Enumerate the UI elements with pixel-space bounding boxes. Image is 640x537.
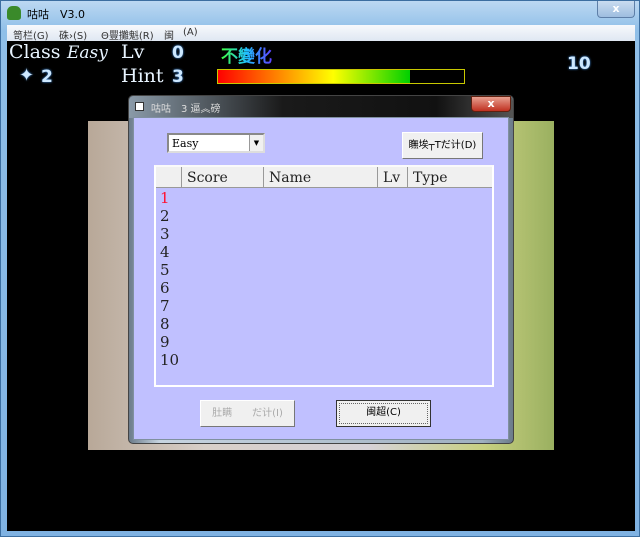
col-rank xyxy=(156,167,182,188)
col-score: Score xyxy=(182,167,264,188)
table-row: 10 xyxy=(160,351,180,369)
top-action-button[interactable]: 瞴埃┬Tだ计(D) xyxy=(402,132,483,159)
clear-scores-button[interactable]: 肚瞒 だ计(I) xyxy=(200,400,295,427)
table-row: 6 xyxy=(160,279,170,297)
status-text: 不變化 xyxy=(221,42,272,67)
difficulty-select[interactable]: Easy ▼ xyxy=(167,133,265,153)
table-row: 7 xyxy=(160,297,170,315)
menu-settings[interactable]: 硃›(S) xyxy=(59,27,87,42)
table-row: 2 xyxy=(160,207,170,225)
right-number: 10 xyxy=(567,54,591,74)
table-row: 5 xyxy=(160,261,170,279)
difficulty-value: Easy xyxy=(172,137,199,150)
col-lv: Lv xyxy=(378,167,408,188)
energy-bar-fill xyxy=(218,70,410,83)
score-table: Score Name Lv Type 1 2 3 4 5 6 7 8 9 10 xyxy=(154,165,494,387)
hint-label: Hint xyxy=(121,65,164,87)
menu-game[interactable]: 笥栏(G) xyxy=(13,27,49,42)
lives-value: 2 xyxy=(41,67,53,87)
col-type: Type xyxy=(413,170,448,186)
menu-records[interactable]: Θ豐攤魁(R) xyxy=(101,27,154,42)
title-bar: 咕咕 V3.0 x xyxy=(1,1,640,25)
sparkle-icon: ✦ xyxy=(19,65,35,86)
table-row: 4 xyxy=(160,243,170,261)
dialog-close-button[interactable]: x xyxy=(471,96,511,112)
class-label: Class xyxy=(9,41,61,63)
table-row: 8 xyxy=(160,315,170,333)
window-title: 咕咕 V3.0 xyxy=(27,8,86,21)
close-button[interactable]: x xyxy=(597,1,635,18)
records-dialog: 咕咕 3 逼︽磅 x Easy ▼ 瞴埃┬Tだ计(D) Score Name Lv… xyxy=(128,95,514,444)
table-row: 1 xyxy=(160,189,170,207)
dialog-client: Easy ▼ 瞴埃┬Tだ计(D) Score Name Lv Type 1 2 3… xyxy=(133,117,509,440)
app-icon xyxy=(7,6,21,20)
chevron-down-icon[interactable]: ▼ xyxy=(249,135,263,151)
col-name: Name xyxy=(264,167,378,188)
energy-bar xyxy=(217,69,465,84)
close-dialog-button[interactable]: 闽超(C) xyxy=(336,400,431,427)
menu-bar: 笥栏(G) 硃›(S) Θ豐攤魁(R) 闽 (A) xyxy=(7,25,635,42)
dialog-icon xyxy=(135,102,144,111)
menu-about-key[interactable]: (A) xyxy=(183,27,198,38)
lv-value: 0 xyxy=(172,43,184,63)
hint-value: 3 xyxy=(172,67,184,87)
app-window: 咕咕 V3.0 x 笥栏(G) 硃›(S) Θ豐攤魁(R) 闽 (A) Clas… xyxy=(0,0,640,537)
table-row: 3 xyxy=(160,225,170,243)
dialog-title-bar: 咕咕 3 逼︽磅 x xyxy=(129,96,513,118)
lv-label: Lv xyxy=(121,41,145,63)
dialog-title: 咕咕 3 逼︽磅 xyxy=(151,104,221,115)
menu-about[interactable]: 闽 xyxy=(164,27,174,42)
table-header: Score Name Lv Type xyxy=(156,167,492,188)
class-value: Easy xyxy=(67,43,108,63)
table-row: 9 xyxy=(160,333,170,351)
rank-list: 1 2 3 4 5 6 7 8 9 10 xyxy=(160,189,179,369)
